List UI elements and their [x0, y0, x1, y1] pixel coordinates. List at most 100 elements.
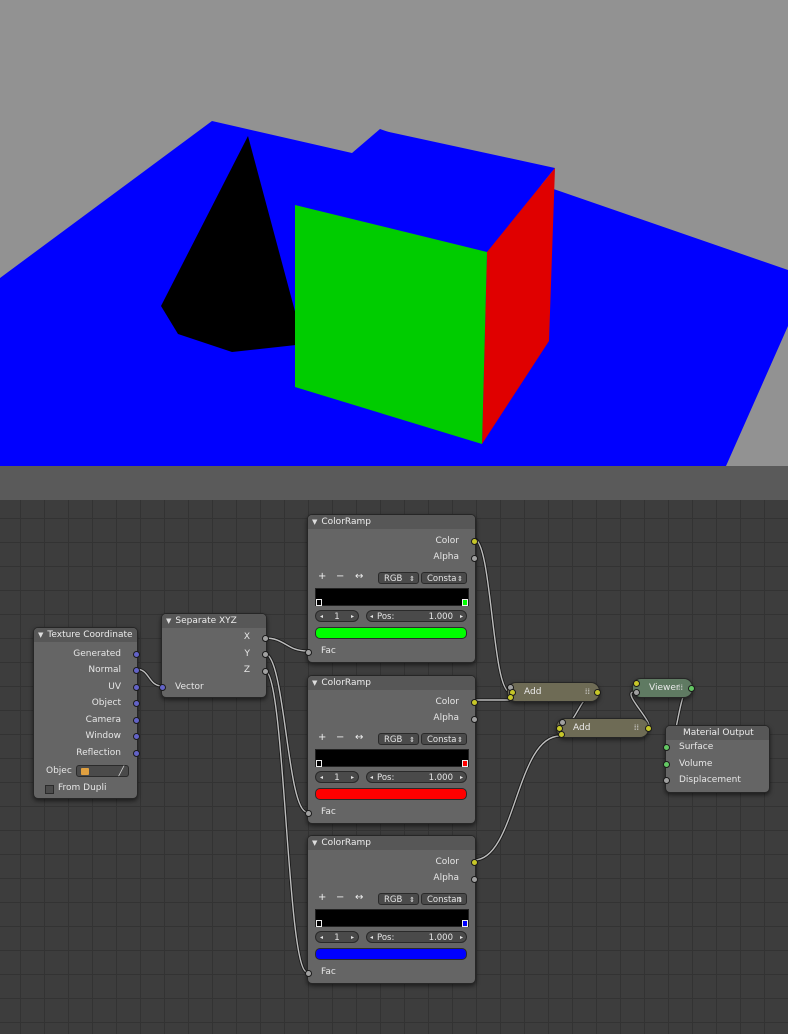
stop-color-swatch[interactable] — [315, 788, 467, 800]
socket-vector[interactable] — [159, 684, 166, 691]
add-node-1[interactable]: Add ⁞⁞ — [507, 682, 601, 702]
stop-index-field[interactable]: ◂ 1 ▸ — [315, 610, 359, 622]
socket-window[interactable] — [133, 733, 140, 740]
socket-fac[interactable] — [305, 810, 312, 817]
updown-icon: ⇕ — [409, 736, 415, 744]
interpolation-select[interactable]: Consta ⇕ — [421, 733, 467, 745]
output-color: Color — [435, 536, 460, 546]
eyedropper-icon[interactable]: ╱ — [119, 766, 124, 778]
socket-surface[interactable] — [663, 744, 670, 751]
socket-y[interactable] — [262, 651, 269, 658]
interpolation-select[interactable]: Consta ⇕ — [421, 572, 467, 584]
ramp-stop-black[interactable] — [316, 920, 322, 927]
socket-input-c[interactable] — [558, 731, 565, 738]
socket-displacement[interactable] — [663, 777, 670, 784]
input-vector: Vector — [175, 682, 204, 692]
viewer-node[interactable]: Viewer ⁞⁞ — [632, 678, 695, 698]
add-node-2[interactable]: Add ⁞⁞ — [556, 718, 652, 738]
node-options-icon[interactable]: ⁞⁞ — [634, 719, 639, 737]
color-mode-select[interactable]: RGB ⇕ — [378, 733, 419, 745]
socket-alpha[interactable] — [471, 555, 478, 562]
flip-ramp-button[interactable]: ↔ — [355, 892, 363, 903]
color-ramp-bar[interactable] — [315, 749, 469, 767]
socket-input-color[interactable] — [633, 680, 640, 687]
ramp-stop-active[interactable] — [462, 920, 468, 927]
input-fac: Fac — [321, 646, 336, 656]
ramp-stop-black[interactable] — [316, 599, 322, 606]
socket-color[interactable] — [471, 538, 478, 545]
object-field[interactable]: ╱ — [76, 765, 129, 777]
ramp-stop-active[interactable] — [462, 760, 468, 767]
node-options-icon[interactable]: ⁞⁞ — [585, 683, 590, 701]
node-header[interactable]: ▼ ColorRamp — [308, 676, 475, 690]
remove-stop-button[interactable]: − — [336, 732, 344, 743]
socket-output[interactable] — [594, 689, 601, 696]
node-header[interactable]: Material Output — [666, 726, 769, 740]
socket-normal[interactable] — [133, 667, 140, 674]
color-ramp-bar[interactable] — [315, 588, 469, 606]
colorramp-node-2[interactable]: ▼ ColorRamp Color Alpha + − ↔ RGB ⇕ Consta… — [305, 675, 478, 824]
node-options-icon[interactable]: ⁞⁞ — [678, 679, 683, 697]
color-mode-select[interactable]: RGB ⇕ — [378, 893, 419, 905]
add-stop-button[interactable]: + — [318, 892, 326, 903]
position-field[interactable]: ◂ Pos: 1.000 ▸ — [366, 771, 467, 783]
position-field[interactable]: ◂ Pos: 1.000 ▸ — [366, 931, 467, 943]
collapse-triangle-icon[interactable]: ▼ — [312, 679, 317, 687]
add-stop-button[interactable]: + — [318, 571, 326, 582]
from-dupli-checkbox[interactable] — [45, 785, 54, 794]
socket-alpha[interactable] — [471, 876, 478, 883]
flip-ramp-button[interactable]: ↔ — [355, 732, 363, 743]
input-displacement: Displacement — [679, 775, 741, 785]
add-stop-button[interactable]: + — [318, 732, 326, 743]
socket-color[interactable] — [471, 859, 478, 866]
interpolation-select[interactable]: Constan ⇕ — [421, 893, 467, 905]
node-header[interactable]: ▼ ColorRamp — [308, 836, 475, 850]
collapse-triangle-icon[interactable]: ▼ — [38, 631, 43, 639]
socket-color[interactable] — [471, 699, 478, 706]
3d-viewport[interactable] — [0, 0, 788, 466]
socket-output-shader[interactable] — [688, 685, 695, 692]
socket-alpha[interactable] — [471, 716, 478, 723]
ramp-stop-black[interactable] — [316, 760, 322, 767]
stop-index-field[interactable]: ◂ 1 ▸ — [315, 771, 359, 783]
stop-color-swatch[interactable] — [315, 627, 467, 639]
socket-uv[interactable] — [133, 684, 140, 691]
node-editor[interactable]: ▼ Texture Coordinate Generated Normal UV … — [0, 500, 788, 1034]
colorramp-node-3[interactable]: ▼ ColorRamp Color Alpha + − ↔ RGB ⇕ Consta… — [305, 835, 478, 984]
collapse-triangle-icon[interactable]: ▼ — [166, 617, 171, 625]
collapse-triangle-icon[interactable]: ▼ — [312, 518, 317, 526]
node-header[interactable]: ▼ ColorRamp — [308, 515, 475, 529]
node-header[interactable]: ▼ Texture Coordinate — [34, 628, 137, 642]
separate-xyz-node[interactable]: ▼ Separate XYZ X Y Z Vector — [159, 613, 269, 698]
output-object: Object — [91, 698, 121, 708]
socket-object[interactable] — [133, 700, 140, 707]
socket-volume[interactable] — [663, 761, 670, 768]
ramp-stop-active[interactable] — [462, 599, 468, 606]
remove-stop-button[interactable]: − — [336, 892, 344, 903]
material-output-node[interactable]: Material Output Surface Volume Displacem… — [663, 725, 770, 793]
flip-ramp-button[interactable]: ↔ — [355, 571, 363, 582]
color-ramp-bar[interactable] — [315, 909, 469, 927]
socket-x[interactable] — [262, 635, 269, 642]
output-x: X — [243, 632, 250, 642]
socket-input-alpha[interactable] — [633, 689, 640, 696]
socket-input-c[interactable] — [507, 694, 514, 701]
socket-fac[interactable] — [305, 970, 312, 977]
node-header[interactable]: ▼ Separate XYZ — [162, 614, 266, 628]
collapse-triangle-icon[interactable]: ▼ — [312, 839, 317, 847]
texture-coordinate-node[interactable]: ▼ Texture Coordinate Generated Normal UV … — [33, 627, 140, 799]
socket-camera[interactable] — [133, 717, 140, 724]
stop-index-field[interactable]: ◂ 1 ▸ — [315, 931, 359, 943]
socket-output[interactable] — [645, 725, 652, 732]
socket-z[interactable] — [262, 668, 269, 675]
socket-generated[interactable] — [133, 651, 140, 658]
color-mode-select[interactable]: RGB ⇕ — [378, 572, 419, 584]
remove-stop-button[interactable]: − — [336, 571, 344, 582]
socket-reflection[interactable] — [133, 750, 140, 757]
colorramp-node-1[interactable]: ▼ ColorRamp Color Alpha + − ↔ RGB ⇕ Consta… — [305, 514, 478, 663]
socket-fac[interactable] — [305, 649, 312, 656]
arrow-right-icon: ▸ — [459, 613, 463, 620]
stop-color-swatch[interactable] — [315, 948, 467, 960]
area-divider[interactable] — [0, 466, 788, 500]
position-field[interactable]: ◂ Pos: 1.000 ▸ — [366, 610, 467, 622]
